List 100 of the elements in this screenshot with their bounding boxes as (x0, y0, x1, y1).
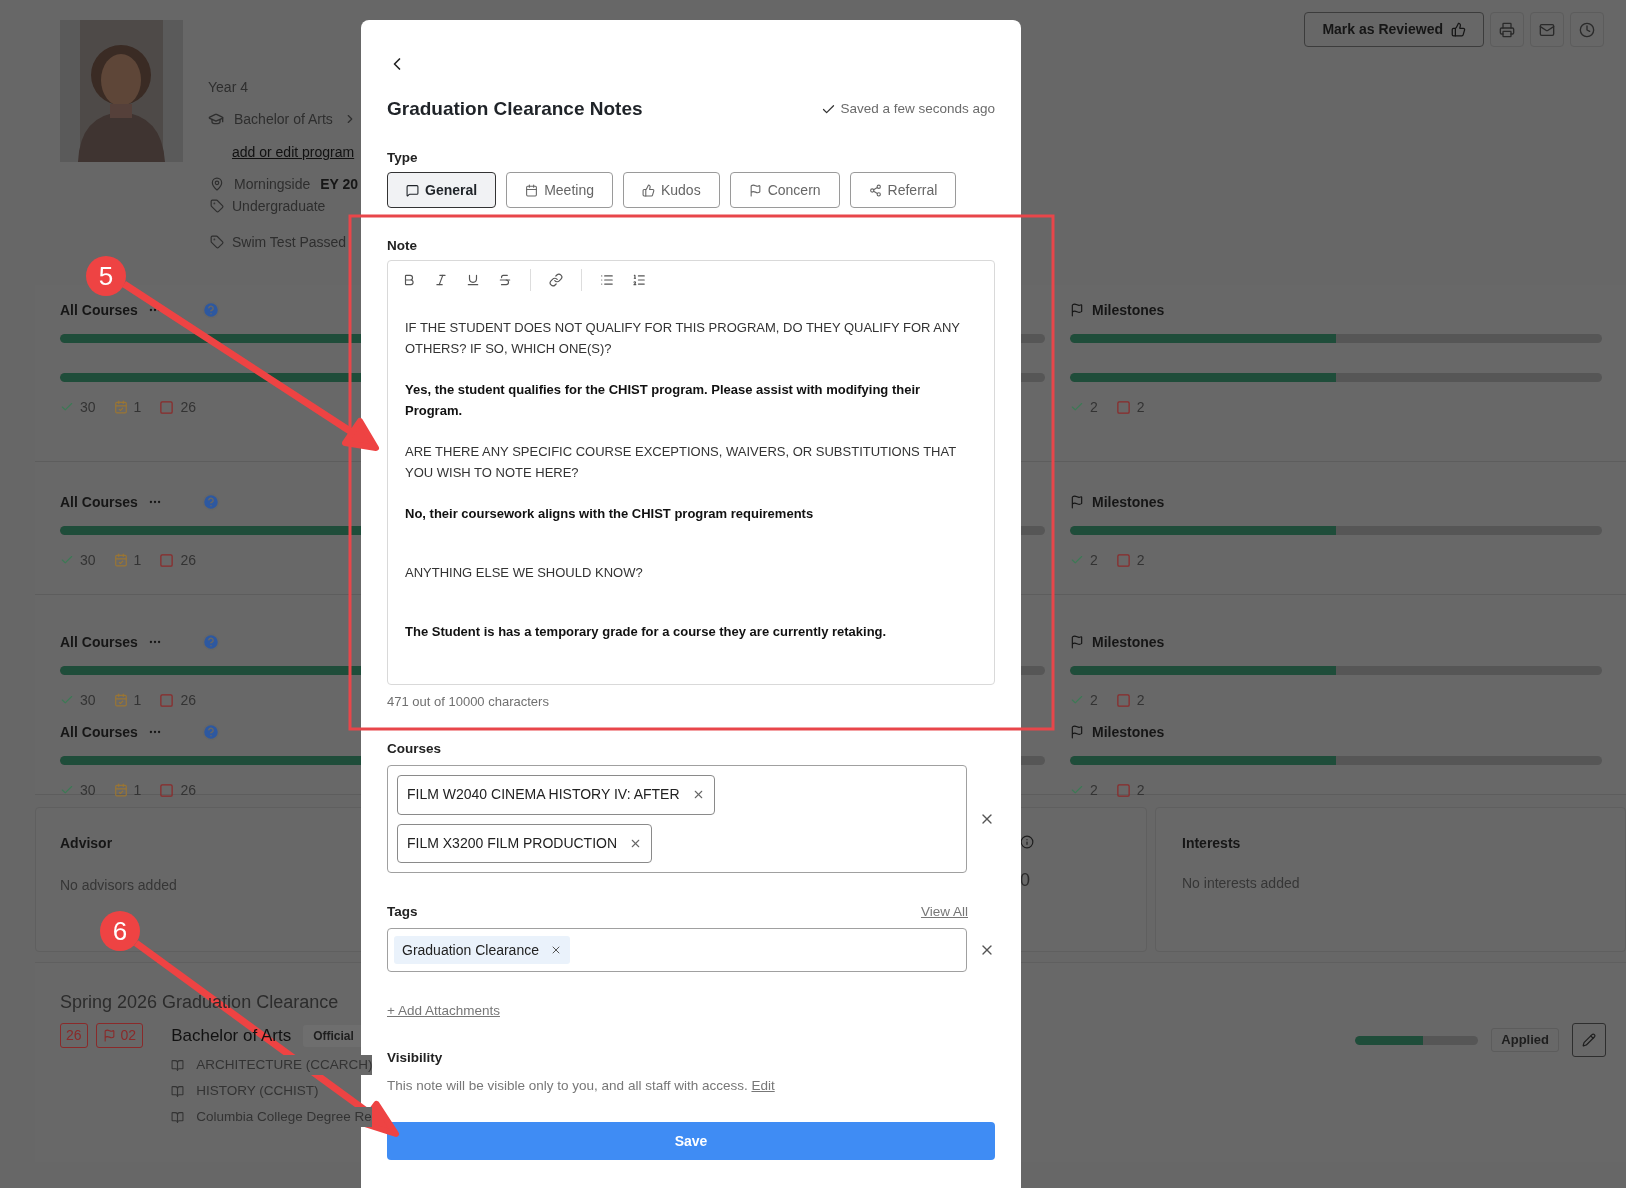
check-icon (1070, 553, 1084, 567)
dialog-title: Graduation Clearance Notes (387, 96, 643, 121)
edit-link[interactable]: Edit (751, 1078, 775, 1093)
note-paragraph: The Student is has a temporary grade for a course they are currently retaking. (405, 623, 888, 641)
underline-icon[interactable] (466, 273, 480, 287)
book-icon (171, 1110, 185, 1124)
card-title: Interests (1182, 834, 1241, 853)
kudos-icon (641, 183, 655, 197)
calendar-icon (525, 183, 539, 197)
program-text: Bachelor of Arts (234, 109, 333, 129)
square-icon (159, 552, 175, 568)
flag-icon (1070, 495, 1084, 509)
note-editor[interactable] (387, 260, 995, 685)
card-title: Milestones (1092, 632, 1165, 652)
card-title: All Courses (60, 632, 138, 652)
check-icon (60, 400, 74, 414)
calendar-icon (113, 400, 128, 414)
profile-tag: Swim Test Passed (232, 231, 347, 253)
square-icon (1115, 552, 1131, 568)
book-icon (171, 1084, 185, 1098)
save-status: Saved a few seconds ago (840, 99, 995, 118)
card-title: All Courses (60, 300, 138, 320)
campus-text: Morningside (234, 174, 311, 194)
card-title: All Courses (60, 492, 138, 512)
calendar-icon (113, 553, 128, 567)
bold-icon[interactable] (402, 273, 416, 287)
link-icon[interactable] (549, 273, 563, 287)
square-icon (1115, 399, 1131, 415)
remove-icon[interactable] (550, 944, 562, 956)
note-paragraph: ANYTHING ELSE WE SHOULD KNOW? (405, 564, 644, 582)
note-paragraph: ARE THERE ANY SPECIFIC COURSE EXCEPTIONS, WAIVERS, OR SUBSTITUTIONS THAT YOU WISH TO NOTE HERE? (405, 443, 957, 482)
note-type-tab[interactable]: Referral (849, 172, 957, 208)
print-button[interactable] (1490, 12, 1524, 47)
card-title: Milestones (1092, 722, 1165, 742)
course-chip: FILM X3200 FILM PRODUCTION (397, 823, 653, 863)
note-type-tab[interactable]: General (387, 172, 497, 208)
pencil-icon (1582, 1033, 1596, 1047)
field-label: Type (387, 149, 419, 166)
italic-icon[interactable] (434, 273, 448, 287)
calendar-icon (113, 783, 128, 797)
note-paragraph: Yes, the student qualifies for the CHIST program. Please assist with modifying their Program. (405, 381, 922, 420)
save-button[interactable]: Save (387, 1122, 995, 1160)
entry-year-text: EY 20 (320, 174, 359, 194)
graduation-cap-icon (208, 111, 224, 127)
square-icon (159, 399, 175, 415)
tag-icon (210, 199, 224, 213)
status-chip: Official (303, 1024, 364, 1047)
numbered-list-icon[interactable] (632, 273, 646, 287)
field-label: Note (387, 237, 418, 254)
check-icon (1070, 400, 1084, 414)
flag-icon (1070, 635, 1084, 649)
course-chip: FILM W2040 CINEMA HISTORY IV: AFTER (397, 775, 715, 815)
mark-reviewed-button[interactable]: Mark as Reviewed (1304, 12, 1484, 47)
tags-field[interactable]: Graduation Clearance (387, 928, 968, 972)
square-icon (1115, 782, 1131, 798)
field-label: Tags (387, 902, 418, 921)
card-title: Advisor (60, 834, 113, 853)
mail-button[interactable] (1530, 12, 1564, 47)
book-icon (171, 1058, 185, 1072)
square-icon (159, 782, 175, 798)
check-icon (60, 693, 74, 707)
check-icon (60, 783, 74, 797)
step-marker: 5 (86, 256, 126, 296)
field-label: Courses (387, 740, 443, 757)
character-count: 471 out of 10000 characters (387, 693, 550, 710)
info-icon[interactable] (1020, 835, 1034, 849)
message-icon (406, 183, 419, 197)
check-icon (1070, 783, 1084, 797)
strikethrough-icon[interactable] (498, 273, 512, 287)
note-paragraph: IF THE STUDENT DOES NOT QUALIFY FOR THIS PROGRAM, DO THEY QUALIFY FOR ANY OTHERS? IF SO, WHICH ONE(S)? (405, 319, 961, 358)
share-icon (868, 183, 882, 197)
printer-icon (1499, 21, 1515, 38)
program-link[interactable]: add or edit program (232, 142, 361, 160)
note-type-tab[interactable]: Kudos (622, 172, 720, 208)
square-icon (1115, 692, 1131, 708)
view-all-link[interactable]: View All (920, 901, 968, 923)
status-chip: Applied (1491, 1028, 1559, 1052)
edit-button[interactable] (1572, 1023, 1606, 1057)
card-title: Milestones (1092, 492, 1165, 512)
add-attachments-link[interactable]: + Add Attachments (387, 1001, 500, 1019)
courses-field[interactable]: FILM W2040 CINEMA HISTORY IV: AFTER FILM X3200 FILM PRODUCTION (387, 765, 968, 873)
count-badge: 26 (60, 1023, 88, 1048)
note-paragraph: No, their coursework aligns with the CHIST program requirements (405, 505, 815, 523)
note-type-tab[interactable]: Concern (729, 172, 840, 208)
year-text: Year 4 (208, 78, 249, 95)
visibility-text: This note will be visible only to you, and all staff with access. Edit (387, 1077, 776, 1094)
location-pin-icon (210, 177, 224, 191)
flag-icon (748, 183, 762, 197)
history-button[interactable] (1570, 12, 1604, 47)
note-type-tab[interactable]: Meeting (506, 172, 613, 208)
flag-icon (1070, 725, 1084, 739)
card-title: All Courses (60, 722, 138, 742)
square-icon (159, 692, 175, 708)
clock-icon (1579, 21, 1595, 38)
bullet-list-icon[interactable] (600, 273, 614, 287)
count-value: 0 (1020, 869, 1030, 892)
flag-icon (102, 1029, 116, 1042)
field-label: Visibility (387, 1049, 444, 1066)
thumbs-up-icon (1451, 22, 1466, 37)
flag-icon (1070, 303, 1084, 317)
